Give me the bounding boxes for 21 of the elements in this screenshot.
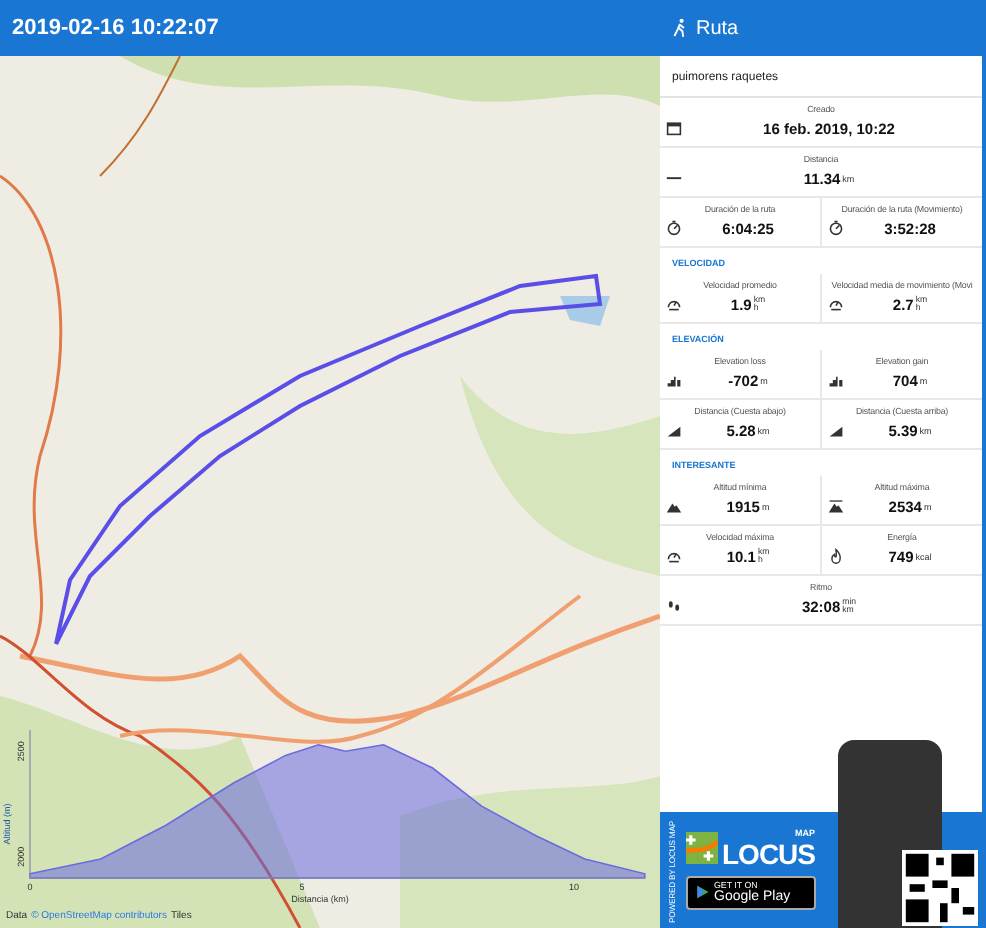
panel-title: Ruta	[696, 17, 739, 39]
calendar-icon	[666, 120, 682, 136]
play-icon	[696, 884, 710, 901]
datetime-title: 2019-02-16 10:22:07	[12, 16, 219, 40]
bar-chart-icon	[828, 372, 844, 388]
mountain-icon	[828, 498, 844, 514]
logo-text: LOCUS	[722, 839, 815, 868]
speedometer-icon	[666, 296, 682, 312]
slope-icon	[828, 422, 844, 438]
footprints-icon	[666, 598, 682, 614]
stopwatch-icon	[828, 220, 844, 236]
qr-code-icon[interactable]	[902, 850, 978, 926]
bar-chart-icon	[666, 372, 682, 388]
walker-icon	[672, 18, 688, 38]
stopwatch-icon	[666, 220, 682, 236]
flame-icon	[828, 548, 844, 564]
logo-icon	[686, 832, 718, 865]
mountain-icon	[666, 498, 682, 514]
slope-icon	[666, 422, 682, 438]
speedometer-icon	[666, 548, 682, 564]
speedometer-icon	[828, 296, 844, 312]
